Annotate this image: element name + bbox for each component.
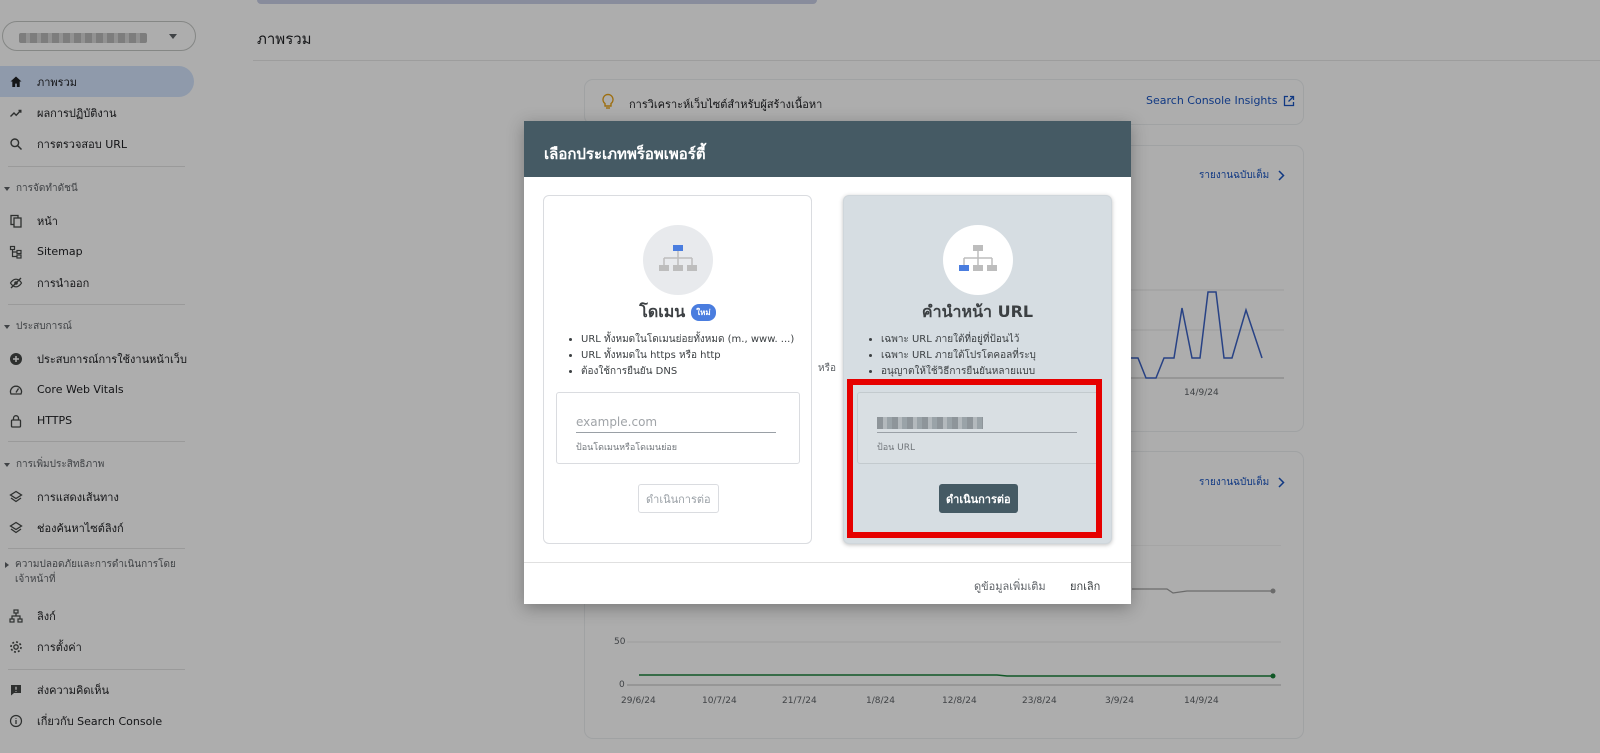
sitemap-icon: [959, 245, 997, 271]
sitemap-icon: [659, 245, 697, 271]
domain-input[interactable]: example.com: [576, 413, 776, 433]
domain-input-container: example.com ป้อนโดเมนหรือโดเมนย่อย: [556, 392, 800, 464]
url-prefix-feature-list: เฉพาะ URL ภายใต้ที่อยู่ที่ป้อนไว้ เฉพาะ …: [881, 332, 1111, 380]
domain-continue-button[interactable]: ดำเนินการต่อ: [638, 484, 719, 513]
list-item: อนุญาตให้ใช้วิธีการยืนยันหลายแบบ: [881, 364, 1111, 380]
url-prefix-title: คำนำหน้า URL: [921, 302, 1034, 321]
dialog-title: เลือกประเภทพร็อพเพอร์ตี้: [524, 121, 1131, 177]
highlight-box: [847, 379, 1102, 538]
url-prefix-icon-circle: [943, 225, 1013, 295]
domain-title-label: โดเมน: [639, 302, 686, 321]
new-badge: ใหม่: [691, 304, 716, 321]
list-item: URL ทั้งหมดในโดเมนย่อยทั้งหมด (m., www. …: [581, 332, 811, 348]
list-item: URL ทั้งหมดใน https หรือ http: [581, 348, 811, 364]
divider: [524, 562, 1131, 563]
list-item: ต้องใช้การยืนยัน DNS: [581, 364, 811, 380]
domain-icon-circle: [643, 225, 713, 295]
or-separator: หรือ: [818, 363, 836, 374]
list-item: เฉพาะ URL ภายใต้ที่อยู่ที่ป้อนไว้: [881, 332, 1111, 348]
domain-option-panel[interactable]: โดเมน ใหม่ URL ทั้งหมดในโดเมนย่อยทั้งหมด…: [543, 195, 812, 544]
cancel-button[interactable]: ยกเลิก: [1070, 577, 1100, 595]
domain-title: โดเมน ใหม่: [544, 300, 811, 325]
list-item: เฉพาะ URL ภายใต้โปรโตคอลที่ระบุ: [881, 348, 1111, 364]
domain-feature-list: URL ทั้งหมดในโดเมนย่อยทั้งหมด (m., www. …: [581, 332, 811, 380]
learn-more-button[interactable]: ดูข้อมูลเพิ่มเติม: [974, 577, 1046, 595]
domain-input-hint: ป้อนโดเมนหรือโดเมนย่อย: [576, 443, 678, 453]
